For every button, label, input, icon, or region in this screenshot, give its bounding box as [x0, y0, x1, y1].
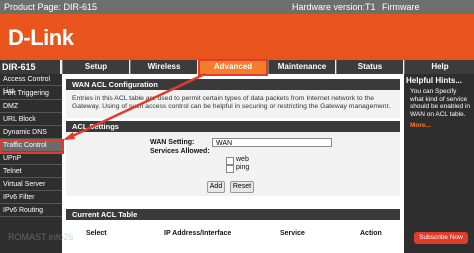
sidebar-item-access-control-list[interactable]: Access Control List	[0, 74, 62, 95]
wan-acl-description: Entries in this ACL table are used to pe…	[72, 95, 391, 110]
ping-label: ping	[236, 164, 250, 171]
dlink-logo: D-Link	[8, 25, 74, 50]
watermark: ROMAST info26	[8, 232, 74, 242]
helpful-hints-title: Helpful Hints...	[406, 76, 462, 85]
tab-wireless[interactable]: Wireless	[130, 60, 197, 74]
web-checkbox[interactable]	[226, 157, 234, 165]
sidebar-item-ipv6-filter[interactable]: IPv6 Filter	[0, 192, 62, 204]
current-acl-title: Current ACL Table	[66, 209, 400, 220]
web-label: web	[236, 156, 249, 163]
sidebar-item-dynamic-dns[interactable]: Dynamic DNS	[0, 127, 62, 139]
reset-button[interactable]: Reset	[230, 181, 254, 193]
sidebar-item-ipv6-routing[interactable]: IPv6 Routing	[0, 205, 62, 217]
acl-settings-title: ACL Settings	[66, 121, 400, 132]
top-info-bar: Product Page: DIR-615 Hardware version:T…	[0, 0, 474, 26]
traffic-control-highlight	[0, 139, 64, 154]
services-allowed-label: Services Allowed:	[150, 148, 210, 155]
sidebar-item-virtual-server[interactable]: Virtual Server	[0, 179, 62, 191]
tab-status[interactable]: Status	[336, 60, 403, 74]
sidebar-item-upnp[interactable]: UPnP	[0, 153, 62, 165]
advanced-tab-highlight	[198, 59, 268, 76]
model-label: DIR-615	[0, 60, 60, 74]
sidebar-item-dmz[interactable]: DMZ	[0, 101, 62, 113]
ping-checkbox[interactable]	[226, 165, 234, 173]
sidebar-item-url-block[interactable]: URL Block	[0, 114, 62, 126]
wan-acl-title: WAN ACL Configuration	[66, 79, 400, 90]
tab-help[interactable]: Help	[404, 60, 474, 74]
add-button[interactable]: Add	[207, 181, 225, 193]
sidebar-item-telnet[interactable]: Telnet	[0, 166, 62, 178]
acl-table-header: Select IP Address/Interface Service Acti…	[66, 228, 400, 240]
product-page-text: Product Page: DIR-615	[4, 2, 98, 12]
tab-maintenance[interactable]: Maintenance	[268, 60, 335, 74]
more-link[interactable]: More...	[410, 122, 431, 129]
col-ip-interface: IP Address/Interface	[164, 230, 232, 237]
wan-setting-select[interactable]: WAN	[212, 138, 332, 147]
col-select: Select	[86, 230, 107, 237]
wan-setting-label: WAN Setting:	[150, 139, 195, 146]
col-action: Action	[360, 230, 382, 237]
helpful-hints-text: You can Specify what kind of service sho…	[410, 88, 470, 118]
subscribe-button[interactable]: Subscribe Now	[414, 232, 468, 244]
tab-setup[interactable]: Setup	[62, 60, 129, 74]
col-service: Service	[280, 230, 305, 237]
sidebar-item-port-triggering[interactable]: Port Triggering	[0, 88, 62, 100]
hardware-version-text: Hardware version:T1	[292, 2, 376, 12]
